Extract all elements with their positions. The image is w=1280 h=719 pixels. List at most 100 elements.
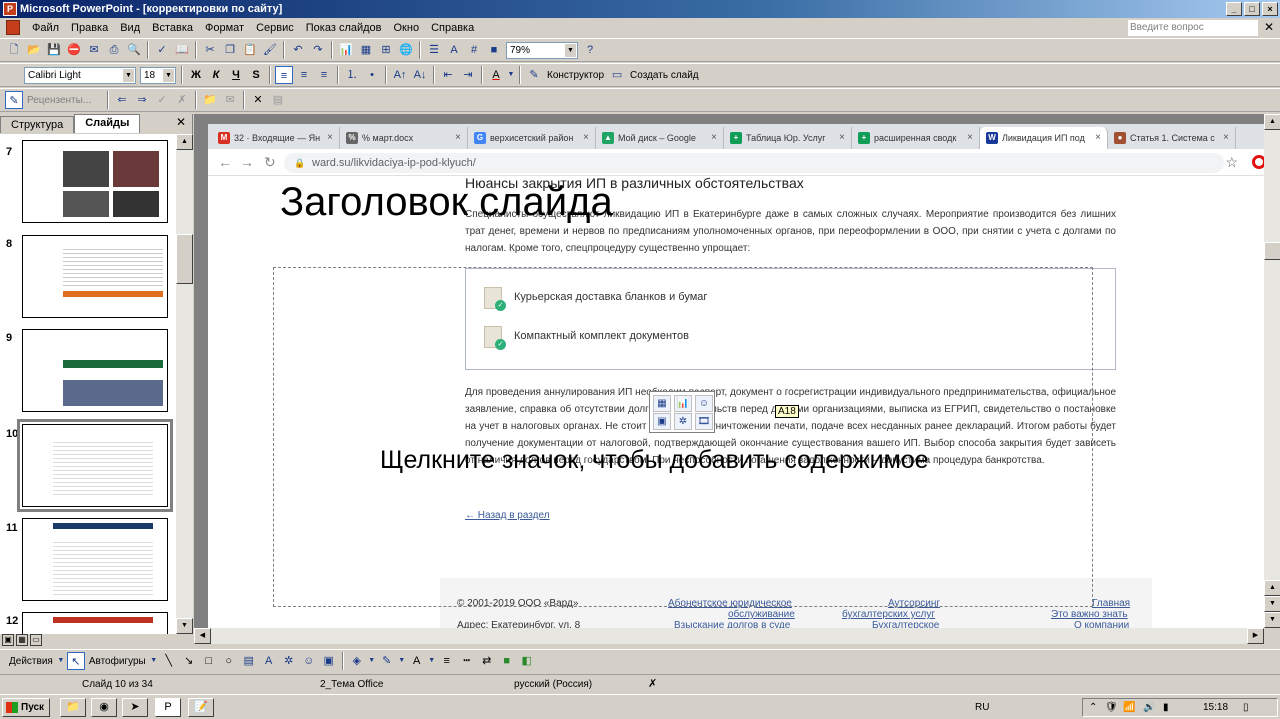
designer-icon[interactable]: ✎	[525, 66, 543, 84]
tables-borders-icon[interactable]: ⊞	[377, 41, 395, 59]
chevron-down-icon[interactable]: ▼	[565, 43, 576, 57]
panel-scrollbar[interactable]: ▲ ▼	[176, 134, 193, 634]
show-formatting-icon[interactable]: A	[445, 41, 463, 59]
apply-change-icon[interactable]: ✓	[153, 91, 171, 109]
wifi-icon[interactable]: 📶	[1123, 699, 1135, 716]
slide-canvas[interactable]: M 32 · Входящие — Ян × % % март.docx × Gверх…	[208, 124, 1264, 628]
permission-icon[interactable]: ⛔	[65, 41, 83, 59]
insert-diagram-icon[interactable]: ✲	[674, 413, 692, 430]
delete-comment-icon[interactable]: ✕	[249, 91, 267, 109]
insert-comment-icon[interactable]: 📁	[201, 91, 219, 109]
powerpoint-task-icon[interactable]: P	[155, 698, 181, 717]
close-panel-icon[interactable]: ✕	[176, 115, 186, 129]
designer-button[interactable]: Конструктор	[544, 70, 607, 81]
chevron-down-icon[interactable]: ▼	[507, 66, 515, 84]
grid-icon[interactable]: #	[465, 41, 483, 59]
fill-color-icon[interactable]: ◈	[348, 652, 366, 670]
align-left-icon[interactable]: ≡	[275, 66, 293, 84]
tray-expand-icon[interactable]: ⌃	[1089, 699, 1097, 716]
editor-vertical-scrollbar[interactable]: ▲ ▲ ▼ ▼	[1264, 114, 1280, 628]
slide-sorter-icon[interactable]: ▦	[16, 634, 28, 646]
scroll-thumb[interactable]	[1264, 242, 1280, 260]
chrome-icon[interactable]: ◉	[91, 698, 117, 717]
insert-chart-icon[interactable]: 📊	[674, 395, 692, 412]
insert-table-icon[interactable]: ▦	[653, 395, 671, 412]
font-color-icon[interactable]: A	[487, 66, 505, 84]
notification-icon[interactable]: ▯	[1243, 699, 1249, 716]
scroll-down-icon[interactable]: ▼	[176, 618, 193, 634]
slideshow-icon[interactable]: ▭	[30, 634, 42, 646]
chevron-down-icon[interactable]: ▼	[368, 652, 376, 670]
menu-edit[interactable]: Правка	[65, 22, 114, 34]
insert-media-icon[interactable]: 🎞	[695, 413, 713, 430]
clock[interactable]: 15:18	[1203, 699, 1228, 716]
normal-view-icon[interactable]: ▣	[2, 634, 14, 646]
cut-icon[interactable]: ✂	[201, 41, 219, 59]
menu-format[interactable]: Формат	[199, 22, 250, 34]
wordart-icon[interactable]: A	[260, 652, 278, 670]
minimize-button[interactable]: _	[1226, 2, 1242, 16]
diagram-icon[interactable]: ✲	[280, 652, 298, 670]
chevron-down-icon[interactable]: ▼	[428, 652, 436, 670]
editor-horizontal-scrollbar[interactable]: ◀ ▶	[194, 628, 1264, 644]
3d-style-icon[interactable]: ◧	[518, 652, 536, 670]
explorer-icon[interactable]: 📁	[60, 698, 86, 717]
chevron-down-icon[interactable]: ▼	[57, 652, 65, 670]
research-icon[interactable]: 📖	[173, 41, 191, 59]
notes-icon[interactable]: 📝	[188, 698, 214, 717]
arrow-style-icon[interactable]: ⇄	[478, 652, 496, 670]
markup-icon[interactable]: ✎	[5, 91, 23, 109]
next-change-icon[interactable]: ⇒	[133, 91, 151, 109]
preview-icon[interactable]: 🔍	[125, 41, 143, 59]
menu-tools[interactable]: Сервис	[250, 22, 300, 34]
previous-slide-icon[interactable]: ▲	[1264, 580, 1280, 596]
slide-thumbnail-8[interactable]	[22, 235, 168, 318]
slide-thumbnail-7[interactable]	[22, 140, 168, 223]
textbox-icon[interactable]: ▤	[240, 652, 258, 670]
format-painter-icon[interactable]: 🖌	[261, 41, 279, 59]
clipart-icon[interactable]: ☺	[300, 652, 318, 670]
dash-style-icon[interactable]: ┅	[458, 652, 476, 670]
insert-clipart-icon[interactable]: ☺	[695, 395, 713, 412]
align-center-icon[interactable]: ≡	[295, 66, 313, 84]
chevron-down-icon[interactable]: ▼	[163, 68, 174, 82]
actions-menu[interactable]: Действия	[6, 656, 56, 667]
decrease-indent-icon[interactable]: ⇤	[439, 66, 457, 84]
scroll-up-icon[interactable]: ▲	[176, 134, 193, 150]
decrease-font-icon[interactable]: A↓	[411, 66, 429, 84]
select-pointer-icon[interactable]: ↖	[66, 652, 85, 670]
slide-thumbnail-10[interactable]	[17, 419, 173, 512]
menu-view[interactable]: Вид	[114, 22, 146, 34]
insert-table-icon[interactable]: ▦	[357, 41, 375, 59]
italic-button[interactable]: К	[207, 66, 225, 84]
placeholder-text[interactable]: Щелкните значок, чтобы добавить содержим…	[380, 446, 929, 475]
telegram-icon[interactable]: ➤	[122, 698, 148, 717]
reviewing-pane-icon[interactable]: ▤	[269, 91, 287, 109]
language-indicator[interactable]: RU	[975, 699, 989, 716]
new-icon[interactable]: 🗋	[5, 41, 23, 59]
chevron-down-icon[interactable]: ▼	[123, 68, 134, 82]
tab-outline[interactable]: Структура	[0, 116, 75, 133]
create-slide-button[interactable]: Создать слайд	[627, 70, 702, 81]
insert-picture-icon[interactable]: ▣	[653, 413, 671, 430]
close-document-icon[interactable]: ✕	[1264, 20, 1274, 34]
tab-slides[interactable]: Слайды	[74, 114, 141, 133]
battery-icon[interactable]: ▮	[1163, 699, 1169, 716]
menu-slideshow[interactable]: Показ слайдов	[300, 22, 388, 34]
color-grayscale-icon[interactable]: ■	[485, 41, 503, 59]
powerpoint-app-icon[interactable]: P	[3, 2, 17, 16]
insert-chart-icon[interactable]: 📊	[337, 41, 355, 59]
insert-hyperlink-icon[interactable]: 🌐	[397, 41, 415, 59]
slide-thumbnail-12[interactable]	[22, 612, 168, 634]
align-right-icon[interactable]: ≡	[315, 66, 333, 84]
chevron-down-icon[interactable]: ▼	[150, 652, 158, 670]
delete-change-icon[interactable]: ✗	[173, 91, 191, 109]
zoom-combo[interactable]: 79% ▼	[506, 41, 578, 59]
paste-icon[interactable]: 📋	[241, 41, 259, 59]
slide-thumbnail-11[interactable]	[22, 518, 168, 601]
picture-icon[interactable]: ▣	[320, 652, 338, 670]
menu-help[interactable]: Справка	[425, 22, 480, 34]
rectangle-icon[interactable]: □	[200, 652, 218, 670]
numbering-icon[interactable]: ⒈	[343, 66, 361, 84]
autoshapes-menu[interactable]: Автофигуры	[86, 656, 149, 667]
